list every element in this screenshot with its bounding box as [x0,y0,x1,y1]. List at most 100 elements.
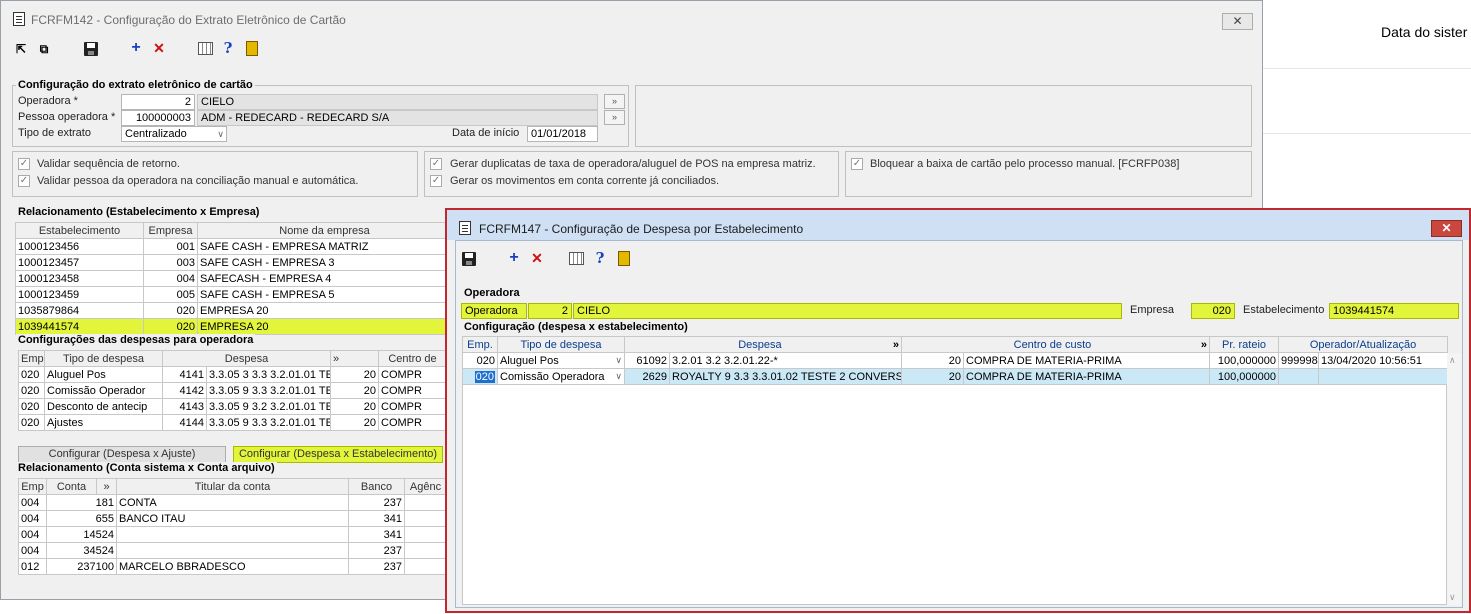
check-bloquear-baixa[interactable]: ✓ [851,158,863,170]
check-gerar-duplicatas[interactable]: ✓ [430,158,442,170]
table-row[interactable]: 020 Ajustes 4144 3.3.05 9 3.3 3.2.01.01 TES… [18,414,448,431]
operadora-lookup-button[interactable]: » [604,94,625,109]
col-tipo-despesa[interactable]: Tipo de despesa [44,350,163,367]
cell[interactable]: 2629 [624,368,670,385]
table-row[interactable]: 1035879864 020 EMPRESA 20 [15,302,452,319]
cell: SAFE CASH - EMPRESA 3 [197,254,452,271]
table-row[interactable]: 020 Desconto de antecip 4143 3.3.05 9 3.2 3… [18,398,448,415]
main-close-button[interactable]: ✕ [1222,13,1253,30]
col-emp[interactable]: Emp. [462,336,498,353]
add-icon[interactable]: + [506,250,522,266]
cell: 4144 [162,414,207,431]
table-row[interactable]: 004 34524 237 [18,542,447,559]
save-icon[interactable] [84,42,98,56]
table-row[interactable]: 004 181 CONTA 237 [18,494,447,511]
exit-door-icon[interactable] [618,251,630,266]
cell: 4143 [162,398,207,415]
pessoa-code-field[interactable]: 100000003 [121,110,195,126]
table-row-selected[interactable]: 020 Comissão Operadora ∨ 2629 ROYALTY 9 3… [462,368,1449,385]
table-row[interactable]: 1000123458 004 SAFECASH - EMPRESA 4 [15,270,452,287]
dialog-close-button[interactable]: ✕ [1431,220,1462,237]
add-icon[interactable]: + [128,40,144,56]
arrow-icon[interactable]: ⇱ [13,41,29,57]
col-operador-atualizacao[interactable]: Operador/Atualização [1278,336,1449,353]
dialog-window: FCRFM147 - Configuração de Despesa por E… [445,208,1471,613]
operadora-name-field: CIELO [197,94,598,110]
help-icon[interactable]: ? [592,250,608,266]
cell[interactable]: 61092 [624,352,670,369]
cell[interactable]: Ajustes [44,414,163,431]
data-inicio-label: Data de início [452,127,520,139]
delete-icon[interactable]: ✕ [151,40,167,56]
tipo-despesa-select[interactable]: Comissão Operadora ∨ [497,368,625,385]
cell: 20 [330,414,380,431]
col-conta[interactable]: Conta [46,478,97,495]
cell[interactable]: Desconto de antecip [44,398,163,415]
col-lookup[interactable]: » [330,350,380,367]
col-centro-lookup-icon[interactable]: » [1201,338,1207,352]
copy-icon[interactable]: ⧉ [36,41,52,57]
dialog-operadora-label: Operadora [461,303,527,319]
table-row[interactable]: 004 655 BANCO ITAU 341 [18,510,447,527]
table-row[interactable]: 004 14524 341 [18,526,447,543]
chevron-down-icon: ∨ [615,355,622,365]
operadora-label: Operadora * [18,95,78,107]
scroll-up-icon[interactable]: ∧ [1449,355,1456,366]
table-row-selected[interactable]: 1039441574 020 EMPRESA 20 [15,318,452,335]
table-row[interactable]: 1000123457 003 SAFE CASH - EMPRESA 3 [15,254,452,271]
cell[interactable]: 100,000000 [1209,352,1280,369]
col-banco[interactable]: Banco [348,478,405,495]
cell[interactable]: 20 [901,352,965,369]
col-estabelecimento[interactable]: Estabelecimento [15,222,144,239]
cell[interactable]: 100,000000 [1209,368,1280,385]
cell: 020 [18,382,45,399]
table-row[interactable]: 012 237100 MARCELO BBRADESCO 237 [18,558,447,575]
col-centro[interactable]: Centro de [378,350,448,367]
cell: 020 [18,398,45,415]
table-row[interactable]: 020 Comissão Operador 4142 3.3.05 9 3.3 3.2… [18,382,448,399]
operadora-code-field[interactable]: 2 [121,94,195,110]
col-despesa[interactable]: Despesa » [623,336,903,353]
tipo-despesa-select[interactable]: Aluguel Pos ∨ [497,352,625,369]
config-despesa-ajuste-button[interactable]: Configurar (Despesa x Ajuste) [18,446,226,463]
col-despesa[interactable]: Despesa [161,350,332,367]
selected-text: 020 [474,370,495,383]
tipo-extrato-select[interactable]: Centralizado ∨ [121,126,227,142]
data-inicio-field[interactable]: 01/01/2018 [527,126,598,142]
col-agencia[interactable]: Agênc [404,478,447,495]
delete-icon[interactable]: ✕ [529,250,545,266]
col-emp[interactable]: Emp [18,478,47,495]
config-despesa-estabelecimento-button[interactable]: Configurar (Despesa x Estabelecimento) [233,446,443,463]
check-gerar-movimentos[interactable]: ✓ [430,175,442,187]
col-tipo-despesa[interactable]: Tipo de despesa [497,336,625,353]
cell: BANCO ITAU [116,510,349,527]
cell[interactable]: 20 [901,368,965,385]
table-row[interactable]: 020 Aluguel Pos 4141 3.3.05 3 3.3 3.2.01.01… [18,366,448,383]
table-row[interactable]: 1000123459 005 SAFE CASH - EMPRESA 5 [15,286,452,303]
pessoa-lookup-button[interactable]: » [604,110,625,125]
check-validar-sequencia[interactable]: ✓ [18,158,30,170]
cell-emp-selected[interactable]: 020 [462,368,498,385]
cell[interactable]: Comissão Operador [44,382,163,399]
col-empresa[interactable]: Empresa [143,222,198,239]
col-despesa-lookup-icon[interactable]: » [893,338,899,352]
table-row[interactable]: 020 Aluguel Pos ∨ 61092 3.2.01 3.2 3.2.01… [462,352,1449,369]
col-emp[interactable]: Emp [18,350,45,367]
col-nome-empresa[interactable]: Nome da empresa [197,222,452,239]
calculator-icon[interactable] [198,42,213,55]
cell[interactable]: Aluguel Pos [44,366,163,383]
scroll-down-icon[interactable]: ∨ [1449,592,1456,603]
table-row[interactable]: 1000123456 001 SAFE CASH - EMPRESA MATRIZ [15,238,452,255]
exit-door-icon[interactable] [246,41,258,56]
col-titular[interactable]: Titular da conta [116,478,349,495]
help-icon[interactable]: ? [220,40,236,56]
check-validar-pessoa[interactable]: ✓ [18,175,30,187]
vertical-scrollbar[interactable]: ∧ ∨ [1447,353,1461,605]
cell: 020 [18,366,45,383]
col-pr-rateio[interactable]: Pr. rateio [1209,336,1280,353]
divider [1263,133,1471,134]
save-icon[interactable] [462,252,476,266]
col-centro-custo[interactable]: Centro de custo » [901,336,1211,353]
calculator-icon[interactable] [569,252,584,265]
col-lookup[interactable]: » [96,478,117,495]
